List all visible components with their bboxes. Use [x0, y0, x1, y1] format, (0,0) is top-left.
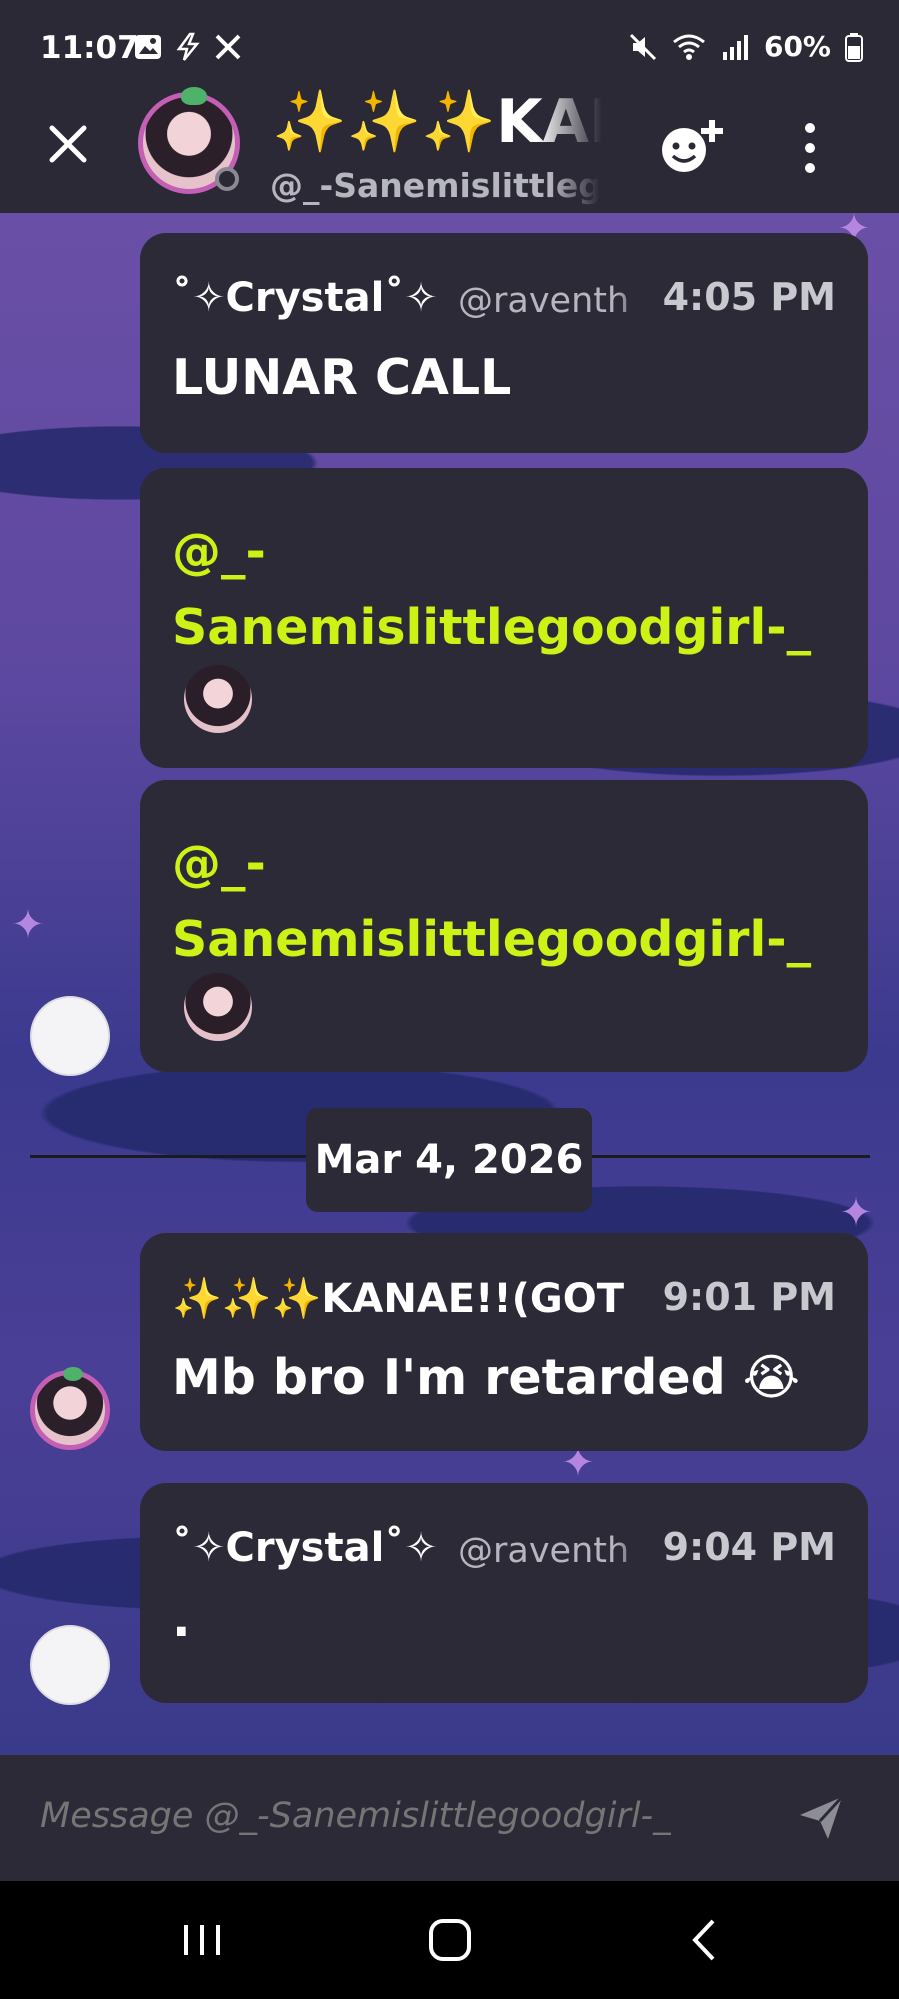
message-composer [0, 1755, 899, 1881]
message-text: LUNAR CALL [172, 349, 512, 406]
wifi-icon [673, 34, 705, 60]
sparkle-decoration-icon: ✦ [839, 1190, 873, 1236]
message-timestamp: 4:05 PM [662, 275, 836, 319]
page-title[interactable]: ✨✨✨KANAE!!(GOT [272, 86, 602, 157]
system-nav-bar [0, 1881, 899, 1999]
close-icon[interactable] [44, 120, 92, 168]
message-author[interactable]: ˚✧Crystal˚✧ [172, 275, 438, 321]
message-bubble[interactable]: @_-Sanemislittlegoodgirl-_ [140, 780, 868, 1072]
crystal-avatar[interactable] [30, 1625, 110, 1705]
battery-percent: 60% [763, 30, 831, 63]
message-author[interactable]: ✨✨✨KANAE!!(GOT [172, 1275, 642, 1322]
status-time: 11:07 [40, 30, 139, 66]
chat-header: ✨✨✨KANAE!!(GOT @_-Sanemislittlegoodgirl-… [0, 80, 899, 214]
status-right-icons: 60% [628, 30, 863, 63]
x-logo-icon [215, 34, 241, 60]
signal-icon [722, 34, 748, 60]
message-bubble[interactable]: ✨✨✨KANAE!!(GOT 9:01 PM Mb bro I'm retard… [140, 1233, 868, 1451]
sparkle-decoration-icon: ✦ [11, 902, 45, 948]
message-author[interactable]: ˚✧Crystal˚✧ [172, 1525, 438, 1571]
message-timestamp: 9:04 PM [662, 1525, 836, 1569]
message-text: . [172, 1591, 191, 1648]
message-list[interactable]: ✦ ✦ ✦ ✦ ˚✧Crystal˚✧ @raventh 4:05 PM LUN… [0, 213, 899, 1755]
user-mention[interactable]: @_-Sanemislittlegoodgirl-_ [172, 514, 812, 666]
message-bubble[interactable]: @_-Sanemislittlegoodgirl-_ [140, 468, 868, 768]
avatar[interactable] [138, 87, 240, 194]
message-header: ✨✨✨KANAE!!(GOT 9:01 PM [172, 1275, 836, 1323]
message-header: ˚✧Crystal˚✧ @raventh 4:05 PM [172, 275, 836, 323]
more-vertical-icon[interactable] [790, 120, 830, 176]
offline-status-icon [215, 167, 239, 191]
user-mention[interactable]: @_-Sanemislittlegoodgirl-_ [172, 826, 812, 978]
date-divider: Mar 4, 2026 [306, 1108, 592, 1212]
crystal-avatar[interactable] [30, 996, 110, 1076]
message-bubble[interactable]: ˚✧Crystal˚✧ @raventh 9:04 PM . [140, 1483, 868, 1703]
battery-icon [845, 32, 863, 62]
add-emoji-icon[interactable] [656, 116, 724, 178]
mute-icon [629, 33, 657, 60]
kanae-avatar[interactable] [30, 1367, 110, 1450]
recent-apps-icon[interactable] [172, 1915, 232, 1965]
charging-bolt-icon [176, 32, 200, 61]
status-left-icons [133, 32, 243, 62]
mention-avatar[interactable] [184, 973, 252, 1041]
message-text: Mb bro I'm retarded 😭 [172, 1349, 800, 1406]
gallery-icon [135, 35, 161, 59]
header-username[interactable]: @_-Sanemislittlegoodgirl-_ [270, 166, 600, 205]
mention-avatar[interactable] [184, 665, 252, 733]
message-header: ˚✧Crystal˚✧ @raventh 9:04 PM [172, 1525, 836, 1573]
home-icon[interactable] [420, 1915, 480, 1965]
message-bubble[interactable]: ˚✧Crystal˚✧ @raventh 4:05 PM LUNAR CALL [140, 233, 868, 453]
frog-decoration-icon [63, 1367, 83, 1381]
message-timestamp: 9:01 PM [662, 1275, 836, 1319]
message-input[interactable] [40, 1791, 740, 1841]
send-icon[interactable] [796, 1793, 846, 1843]
frog-decoration-icon [181, 87, 207, 105]
back-icon[interactable] [675, 1915, 735, 1965]
